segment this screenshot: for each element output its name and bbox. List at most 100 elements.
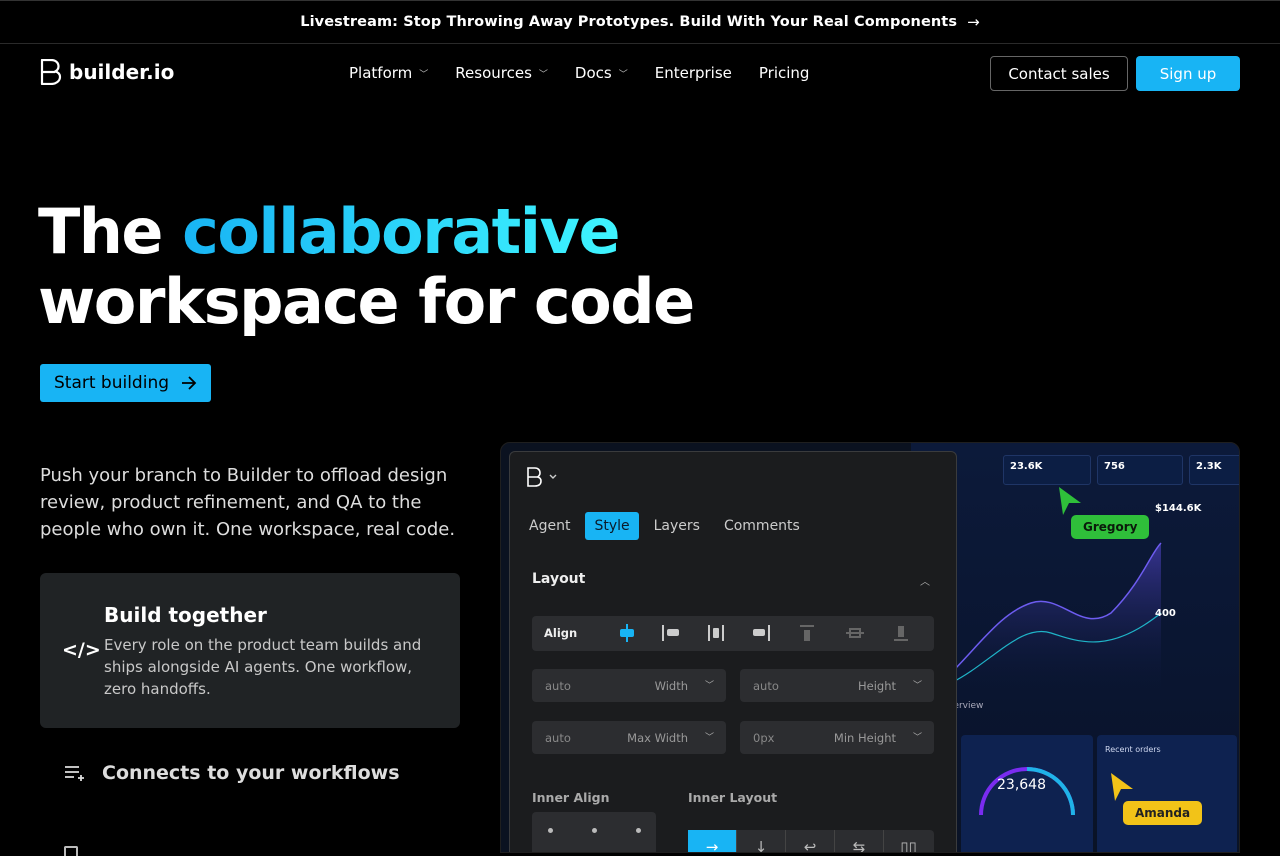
width-field[interactable]: auto Width ﹀	[532, 669, 726, 702]
main-menu: Platform ﹀ Resources ﹀ Docs ﹀ Enterprise…	[349, 44, 836, 102]
kpi-card: 2.3K	[1189, 455, 1239, 485]
collaborator-tag-amanda: Amanda	[1123, 801, 1203, 825]
align-center-icon[interactable]	[620, 624, 634, 642]
layout-row-icon[interactable]: →	[688, 830, 737, 852]
nav-docs-label: Docs	[574, 64, 612, 82]
field-label: Width	[654, 679, 688, 693]
chevron-down-icon: ﹀	[912, 733, 922, 743]
revenue-value: $144.6K	[1155, 503, 1202, 514]
nav-enterprise-label: Enterprise	[654, 64, 732, 82]
style-panel: Agent Style Layers Comments Layout ︿ Ali…	[509, 451, 957, 852]
align-row: Align	[532, 616, 934, 651]
max-width-field[interactable]: auto Max Width ﹀	[532, 721, 726, 754]
contact-sales-button[interactable]: Contact sales	[990, 56, 1128, 91]
hero-intro: Push your branch to Builder to offload d…	[40, 465, 456, 540]
tab-layers[interactable]: Layers	[645, 512, 709, 540]
nav-platform[interactable]: Platform ﹀	[349, 64, 428, 82]
field-value: auto	[545, 731, 571, 745]
nav-resources[interactable]: Resources ﹀	[455, 64, 548, 82]
inner-align-grid[interactable]	[532, 812, 656, 852]
panel-tabs: Agent Style Layers Comments	[520, 512, 815, 540]
field-label: Max Width	[627, 731, 688, 745]
cursor-icon	[1059, 487, 1081, 515]
feature-connects-workflows[interactable]: Connects to your workflows	[64, 762, 400, 784]
nav-pricing-label: Pricing	[758, 64, 810, 82]
nav-resources-label: Resources	[455, 64, 532, 82]
feature-icon	[64, 846, 78, 856]
layout-wrap-icon[interactable]: ↩	[786, 830, 835, 852]
hero-title-prefix: The	[38, 195, 163, 268]
inner-align-label: Inner Align	[532, 790, 610, 805]
tab-comments[interactable]: Comments	[715, 512, 809, 540]
sessions-value: 400	[1155, 608, 1176, 619]
dot-icon	[592, 828, 597, 833]
align-top-icon[interactable]	[800, 625, 814, 641]
logo[interactable]: builder.io	[40, 59, 174, 85]
inner-layout-label: Inner Layout	[688, 790, 778, 805]
chevron-up-icon[interactable]: ︿	[920, 573, 930, 588]
banner-text[interactable]: Livestream: Stop Throwing Away Prototype…	[300, 14, 957, 30]
top-nav: builder.io Platform ﹀ Resources ﹀ Docs ﹀…	[0, 44, 1280, 102]
layout-space-between-icon[interactable]: ⇆	[835, 830, 884, 852]
feature-card-build-together[interactable]: </> Build together Every role on the pro…	[40, 573, 460, 728]
area-chart	[951, 542, 1162, 693]
align-label: Align	[544, 626, 578, 640]
nav-platform-label: Platform	[349, 64, 413, 82]
layout-columns-icon[interactable]: ▯▯	[884, 830, 933, 852]
kpi-value: 2.3K	[1196, 461, 1222, 472]
arrow-right-icon	[182, 376, 197, 390]
feature-title: Build together	[104, 603, 267, 627]
field-value: 0px	[753, 731, 775, 745]
section-title: Layout	[532, 571, 586, 587]
tab-style[interactable]: Style	[585, 512, 639, 540]
sign-up-button[interactable]: Sign up	[1136, 56, 1240, 91]
start-building-label: Start building	[53, 373, 170, 393]
logo-text: builder.io	[69, 60, 175, 84]
align-right-icon[interactable]	[752, 625, 770, 641]
align-bottom-icon[interactable]	[894, 625, 908, 641]
field-label: Height	[857, 679, 896, 693]
kpi-value: 23.6K	[1010, 461, 1043, 472]
hero-title-line2: workspace for code	[38, 265, 695, 338]
arrow-right-icon: →	[967, 13, 980, 31]
cursor-icon	[1111, 773, 1133, 801]
tab-agent[interactable]: Agent	[520, 512, 579, 540]
builder-menu[interactable]	[526, 467, 560, 491]
chevron-down-icon: ﹀	[704, 733, 714, 743]
code-icon: </>	[62, 639, 101, 661]
start-building-button[interactable]: Start building	[40, 364, 211, 402]
min-height-field[interactable]: 0px Min Height ﹀	[740, 721, 934, 754]
nav-pricing[interactable]: Pricing	[759, 64, 810, 82]
chevron-down-icon: ﹀	[618, 69, 628, 80]
align-middle-icon[interactable]	[846, 625, 864, 641]
gauge-card: 23,648	[961, 735, 1093, 852]
hero-title: The collaborative workspace for code	[38, 195, 695, 338]
field-value: auto	[545, 679, 571, 693]
feature-desc: Every role on the product team builds an…	[104, 636, 422, 698]
chevron-down-icon: ﹀	[912, 681, 922, 691]
announcement-banner[interactable]: Livestream: Stop Throwing Away Prototype…	[0, 0, 1280, 44]
builder-logo-icon	[527, 467, 557, 487]
dot-icon	[548, 828, 553, 833]
layout-column-icon[interactable]: ↓	[737, 830, 786, 852]
dot-icon	[636, 828, 641, 833]
builder-logo-icon	[40, 59, 62, 85]
kpi-value: 756	[1104, 461, 1125, 472]
field-value: auto	[753, 679, 779, 693]
kpi-card: 756	[1097, 455, 1183, 485]
product-screenshot: 23.6K 756 2.3K $144.6K 400 Overview 23,6…	[500, 442, 1240, 853]
gauge-value: 23,648	[997, 777, 1046, 793]
height-field[interactable]: auto Height ﹀	[740, 669, 934, 702]
collaborator-tag-gregory: Gregory	[1071, 515, 1150, 539]
chevron-down-icon: ﹀	[419, 69, 429, 80]
nav-docs[interactable]: Docs ﹀	[575, 64, 628, 82]
align-left-icon[interactable]	[662, 625, 682, 641]
inner-layout-buttons: → ↓ ↩ ⇆ ▯▯	[688, 830, 934, 852]
align-stretch-icon[interactable]	[708, 625, 724, 641]
feature-title: Connects to your workflows	[102, 762, 400, 784]
kpi-card: 23.6K	[1003, 455, 1091, 485]
list-add-icon	[65, 766, 84, 781]
field-label: Min Height	[833, 731, 896, 745]
nav-enterprise[interactable]: Enterprise	[655, 64, 732, 82]
recent-orders-label: Recent orders	[1105, 745, 1161, 754]
